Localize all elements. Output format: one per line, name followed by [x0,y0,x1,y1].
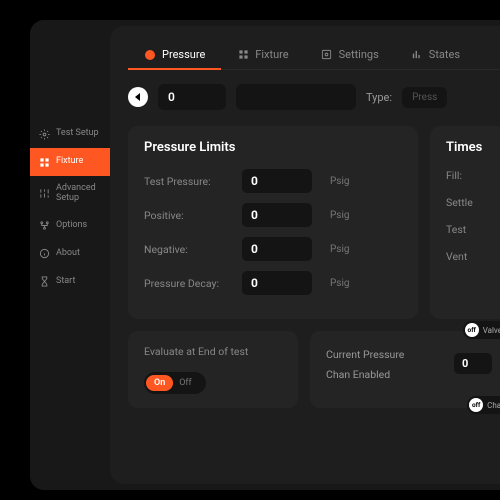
sidebar-item-label: About [56,249,80,259]
limit-label: Test Pressure: [144,175,242,188]
sidebar-item-advanced-setup[interactable]: Advanced Setup [30,176,110,212]
limit-row: Test Pressure: 0 Psig [144,169,402,193]
card-title: Times [446,140,500,155]
type-select[interactable]: Press [402,87,447,108]
bars-icon [411,49,423,61]
limit-value-input[interactable]: 0 [242,203,312,227]
limit-row: Positive: 0 Psig [144,203,402,227]
settings-icon [321,49,333,61]
pill-dot: off [469,398,483,412]
evaluate-card: Evaluate at End of test On Off [128,331,298,408]
sidebar-item-test-setup[interactable]: Test Setup [30,120,110,148]
limit-value-input[interactable]: 0 [242,271,312,295]
tab-pressure[interactable]: Pressure [128,40,221,69]
time-row-test: Test [446,223,500,236]
limit-unit: Psig [330,176,350,187]
toolbar: 0 Type: Press [128,84,500,110]
toggle-off: Off [173,378,197,388]
time-row-vent: Vent [446,250,500,263]
limit-value-input[interactable]: 0 [242,169,312,193]
name-field[interactable] [236,84,356,110]
sidebar-item-fixture[interactable]: Fixture [30,148,110,176]
index-field[interactable]: 0 [158,84,226,110]
sidebar-item-start[interactable]: Start [30,268,110,296]
pressure-value[interactable]: 0 [454,353,492,374]
pill-label: Chan 1 [487,401,500,410]
sidebar-item-label: Start [56,277,75,287]
branch-icon [38,220,50,232]
tab-label: Pressure [162,48,205,61]
time-row-settle: Settle [446,196,500,209]
sidebar-item-label: Advanced Setup [56,184,102,204]
sidebar-item-options[interactable]: Options [30,212,110,240]
limit-row: Pressure Decay: 0 Psig [144,271,402,295]
limit-unit: Psig [330,244,350,255]
limit-value-input[interactable]: 0 [242,237,312,261]
cards-row: Pressure Limits Test Pressure: 0 Psig Po… [128,126,500,319]
app-window: Test Setup Fixture Advanced Setup Option… [30,20,500,490]
gear-icon [38,128,50,140]
time-row-fill: Fill: [446,169,500,182]
limit-unit: Psig [330,210,350,221]
limit-label: Pressure Decay: [144,277,242,290]
grid-icon [237,49,249,61]
limit-label: Positive: [144,209,242,222]
pill-dot: off [465,323,479,337]
bottom-row: Evaluate at End of test On Off Current P… [128,331,500,408]
card-title: Pressure Limits [144,140,402,155]
grid-icon [38,156,50,168]
prev-button[interactable] [128,87,148,107]
channel-card: Current Pressure Chan Enabled off Valve … [310,331,500,408]
toggle-on: On [146,375,173,391]
sidebar-item-about[interactable]: About [30,240,110,268]
sidebar-item-label: Fixture [56,157,83,167]
limit-label: Negative: [144,243,242,256]
pill-label: Valve [483,326,500,335]
sliders-icon [38,188,50,200]
valve-toggle[interactable]: off Valve [463,321,500,339]
tab-label: Settings [339,48,379,61]
tab-states[interactable]: States [395,40,476,69]
main-panel: Pressure Fixture Settings States 0 Type:… [110,26,500,484]
tab-fixture[interactable]: Fixture [221,40,304,69]
tab-label: States [429,48,460,61]
sidebar-item-label: Options [56,221,87,231]
limit-row: Negative: 0 Psig [144,237,402,261]
evaluate-label: Evaluate at End of test [144,345,282,358]
evaluate-toggle[interactable]: On Off [144,372,206,394]
gauge-icon [144,49,156,61]
sidebar-item-label: Test Setup [56,129,99,139]
info-icon [38,248,50,260]
hourglass-icon [38,276,50,288]
limit-unit: Psig [330,278,350,289]
pressure-limits-card: Pressure Limits Test Pressure: 0 Psig Po… [128,126,418,319]
tab-settings[interactable]: Settings [305,40,395,69]
type-label: Type: [366,91,392,104]
times-card: Times Fill: Settle Test Vent [430,126,500,319]
sidebar: Test Setup Fixture Advanced Setup Option… [30,20,110,490]
tabs: Pressure Fixture Settings States [128,40,500,70]
tab-label: Fixture [255,48,288,61]
chan1-toggle[interactable]: off Chan 1 [467,396,500,414]
